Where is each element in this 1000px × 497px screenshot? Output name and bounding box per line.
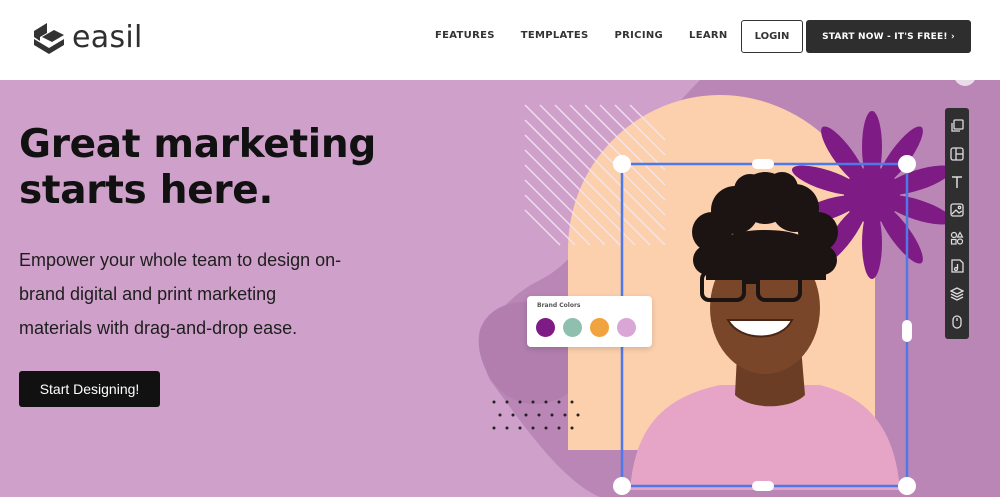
logo-text: easil <box>72 20 143 55</box>
hero-subtext: Empower your whole team to design on-bra… <box>19 250 342 338</box>
start-now-button[interactable]: START NOW - IT'S FREE! › <box>806 20 971 53</box>
nav-features[interactable]: FEATURES <box>435 30 495 41</box>
brand-colors-title: Brand Colors <box>537 302 581 309</box>
easil-logo-icon <box>34 22 64 54</box>
brand-colors-card: Brand Colors <box>527 296 652 347</box>
login-button[interactable]: LOGIN <box>741 20 803 53</box>
swatch-lilac[interactable] <box>617 318 636 337</box>
swatch-row <box>536 318 636 337</box>
hero-headline: Great marketing starts here. <box>19 122 376 213</box>
swatch-sage[interactable] <box>563 318 582 337</box>
hero-section: Great marketing starts here. Empower you… <box>0 80 1000 497</box>
swatch-purple[interactable] <box>536 318 555 337</box>
logo[interactable]: easil <box>32 20 143 55</box>
layers-icon[interactable] <box>949 116 965 136</box>
site-header: easil FEATURES TEMPLATES PRICING LEARN L… <box>0 0 1000 80</box>
start-designing-button[interactable]: Start Designing! <box>19 371 160 407</box>
nav-templates[interactable]: TEMPLATES <box>521 30 589 41</box>
editor-toolbar <box>945 108 969 339</box>
image-icon[interactable] <box>949 200 965 220</box>
nav-pricing[interactable]: PRICING <box>615 30 664 41</box>
stack-icon[interactable] <box>949 284 965 304</box>
mouse-icon[interactable] <box>949 312 965 332</box>
shapes-icon[interactable] <box>949 228 965 248</box>
main-nav: FEATURES TEMPLATES PRICING LEARN <box>435 30 728 41</box>
nav-learn[interactable]: LEARN <box>689 30 728 41</box>
music-icon[interactable] <box>949 256 965 276</box>
swatch-orange[interactable] <box>590 318 609 337</box>
text-icon[interactable] <box>949 172 965 192</box>
layout-icon[interactable] <box>949 144 965 164</box>
